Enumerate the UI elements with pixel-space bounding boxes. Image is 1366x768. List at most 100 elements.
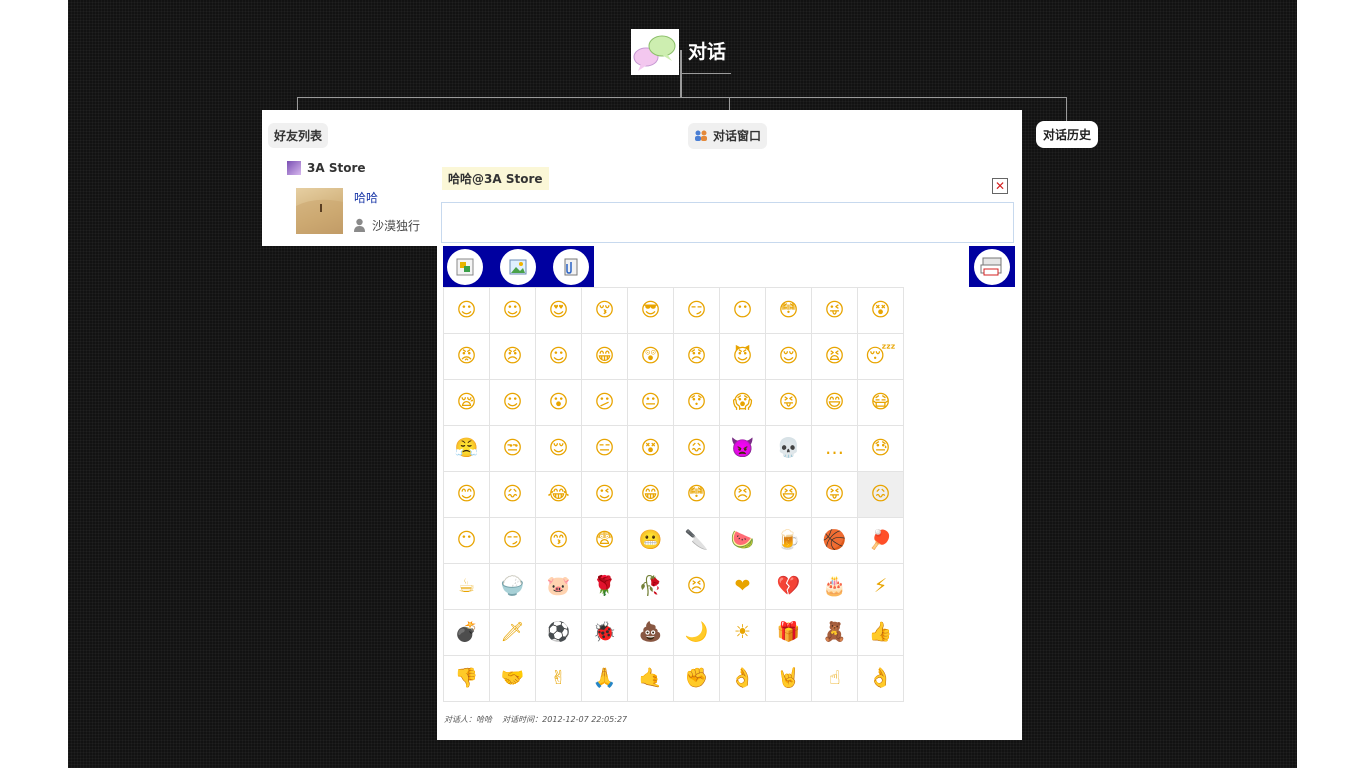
emoticon-dizzy-icon[interactable]: 😵	[858, 288, 904, 334]
emoticon-shocked-icon[interactable]: 😲	[628, 334, 674, 380]
emoticon-worried-icon[interactable]: 😓	[858, 426, 904, 472]
emoticon-love-eyes-icon[interactable]: 😍	[536, 288, 582, 334]
emoticon-ping-pong-icon[interactable]: 🏓	[858, 518, 904, 564]
window-resize-button[interactable]	[974, 249, 1010, 285]
emoticon-rice-icon[interactable]: 🍚	[490, 564, 536, 610]
emoticon-confused-icon[interactable]: 😕	[582, 380, 628, 426]
attach-file-button[interactable]	[553, 249, 589, 285]
emoticon-call-me-icon[interactable]: 🤙	[628, 656, 674, 702]
emoticon-dagger-icon[interactable]: 🗡	[490, 610, 536, 656]
insert-image-button[interactable]	[500, 249, 536, 285]
emoticon-shy-icon[interactable]: ☺	[490, 288, 536, 334]
emoticon-handshake-icon[interactable]: 🤝	[490, 656, 536, 702]
emoticon-hug-icon[interactable]: 🧸	[812, 610, 858, 656]
emoticon-soccer-icon[interactable]: ⚽	[536, 610, 582, 656]
emoticon-crying-icon[interactable]: 😖	[674, 426, 720, 472]
emoticon-victory-icon[interactable]: ✌	[536, 656, 582, 702]
emoticon-scared-icon[interactable]: 😱	[720, 380, 766, 426]
store-name[interactable]: 3A Store	[307, 161, 366, 175]
close-button[interactable]: ✕	[992, 178, 1008, 194]
emoticon-laughing-icon[interactable]: 😆	[766, 472, 812, 518]
emoticon-dizzy2-icon[interactable]: 😵	[628, 426, 674, 472]
emoticon-smirk-icon[interactable]: 😏	[674, 288, 720, 334]
emoticon-awkward-icon[interactable]: 😖	[858, 472, 904, 518]
emoticon-furious-icon[interactable]: 😠	[490, 334, 536, 380]
emoticon-frustrated-icon[interactable]: 😖	[490, 472, 536, 518]
emoticon-pray-icon[interactable]: 🙏	[582, 656, 628, 702]
emoticon-pained-icon[interactable]: 😣	[720, 472, 766, 518]
emoticon-wink-icon[interactable]: 😜	[812, 288, 858, 334]
emoticon-tongue-icon[interactable]: 😝	[766, 380, 812, 426]
emoticon-fearful-icon[interactable]: 😨	[582, 518, 628, 564]
emoticon-relieved-icon[interactable]: 😌	[766, 334, 812, 380]
emoticon-coffee-icon[interactable]: ☕	[444, 564, 490, 610]
emoticon-moon-icon[interactable]: 🌙	[674, 610, 720, 656]
tab-friend-list[interactable]: 好友列表	[268, 123, 329, 148]
emoticon-evil-icon[interactable]: 😈	[720, 334, 766, 380]
emoticon-wink2-icon[interactable]: 😉	[582, 472, 628, 518]
emoticon-sweat-icon[interactable]: …	[812, 426, 858, 472]
emoticon-gift-icon[interactable]: 🎁	[766, 610, 812, 656]
tab-chat-window[interactable]: 对话窗口	[688, 123, 768, 149]
emoticon-annoyed-icon[interactable]: 😒	[490, 426, 536, 472]
emoticon-cake-icon[interactable]: 🎂	[812, 564, 858, 610]
emoticon-basketball-icon[interactable]: 🏀	[812, 518, 858, 564]
emoticon-laugh-icon[interactable]: 😄	[812, 380, 858, 426]
emoticon-fist-icon[interactable]: ✊	[674, 656, 720, 702]
emoticon-ninja-icon[interactable]: 😤	[444, 426, 490, 472]
emoticon-thumbs-up-icon[interactable]: 👍	[858, 610, 904, 656]
emoticon-point-up-icon[interactable]: ☝	[812, 656, 858, 702]
emoticon-rock-icon[interactable]: 🤘	[766, 656, 812, 702]
emoticon-tears-of-joy-icon[interactable]: 😂	[536, 472, 582, 518]
friend-name-link[interactable]: 哈哈	[354, 189, 378, 206]
emoticon-blush-icon[interactable]: ☺	[490, 380, 536, 426]
emoticon-knife-icon[interactable]: 🔪	[674, 518, 720, 564]
emoticon-withered-rose-icon[interactable]: 🥀	[628, 564, 674, 610]
emoticon-surprised-icon[interactable]: 😮	[536, 380, 582, 426]
emoticon-sun-icon[interactable]: ☀	[720, 610, 766, 656]
emoticon-skull-icon[interactable]: 💀	[766, 426, 812, 472]
emoticon-scheming-icon[interactable]: 😌	[536, 426, 582, 472]
emoticon-pig-icon[interactable]: 🐷	[536, 564, 582, 610]
emoticon-giggle-icon[interactable]: 😊	[444, 472, 490, 518]
emoticon-silent-icon[interactable]: 😶	[444, 518, 490, 564]
emoticon-playful-icon[interactable]: 😝	[812, 472, 858, 518]
emoticon-sulk-icon[interactable]: 😣	[674, 564, 720, 610]
emoticon-beer-icon[interactable]: 🍺	[766, 518, 812, 564]
emoticon-whistle-icon[interactable]: 😙	[536, 518, 582, 564]
emoticon-sad-icon[interactable]: 😞	[674, 334, 720, 380]
emoticon-ok-hand-icon[interactable]: 👌	[858, 656, 904, 702]
text-format-button[interactable]	[447, 249, 483, 285]
emoticon-cool-icon[interactable]: 😎	[628, 288, 674, 334]
emoticon-thinking-icon[interactable]: 😪	[444, 380, 490, 426]
emoticon-devil-icon[interactable]: 👿	[720, 426, 766, 472]
emoticon-thumbs-down-icon[interactable]: 👎	[444, 656, 490, 702]
emoticon-smug-icon[interactable]: 😏	[490, 518, 536, 564]
emoticon-bomb-icon[interactable]: 💣	[444, 610, 490, 656]
emoticon-sick-icon[interactable]: 😷	[858, 380, 904, 426]
emoticon-watermelon-icon[interactable]: 🍉	[720, 518, 766, 564]
emoticon-embarrassed-icon[interactable]: 😳	[674, 472, 720, 518]
emoticon-ladybug-icon[interactable]: 🐞	[582, 610, 628, 656]
emoticon-happy-icon[interactable]: ☺	[536, 334, 582, 380]
emoticon-grin-icon[interactable]: 😁	[582, 334, 628, 380]
emoticon-smile-icon[interactable]: ☺	[444, 288, 490, 334]
emoticon-rose-icon[interactable]: 🌹	[582, 564, 628, 610]
emoticon-sleepy-icon[interactable]: 😴	[858, 334, 904, 380]
emoticon-broken-heart-icon[interactable]: 💔	[766, 564, 812, 610]
emoticon-puzzled-icon[interactable]: 😯	[674, 380, 720, 426]
emoticon-heart-icon[interactable]: ❤	[720, 564, 766, 610]
emoticon-poop-icon[interactable]: 💩	[628, 610, 674, 656]
emoticon-angry-icon[interactable]: 😡	[444, 334, 490, 380]
emoticon-kiss-icon[interactable]: 😚	[582, 288, 628, 334]
emoticon-lightning-icon[interactable]: ⚡	[858, 564, 904, 610]
tab-chat-history[interactable]: 对话历史	[1036, 121, 1099, 148]
friend-avatar[interactable]	[296, 188, 343, 234]
emoticon-neutral-icon[interactable]: 😐	[628, 380, 674, 426]
emoticon-ok-icon[interactable]: 👌	[720, 656, 766, 702]
emoticon-stunned-icon[interactable]: 😳	[766, 288, 812, 334]
emoticon-tired-icon[interactable]: 😫	[812, 334, 858, 380]
message-input[interactable]	[441, 202, 1014, 243]
emoticon-grin2-icon[interactable]: 😁	[628, 472, 674, 518]
emoticon-speechless-icon[interactable]: 😶	[720, 288, 766, 334]
